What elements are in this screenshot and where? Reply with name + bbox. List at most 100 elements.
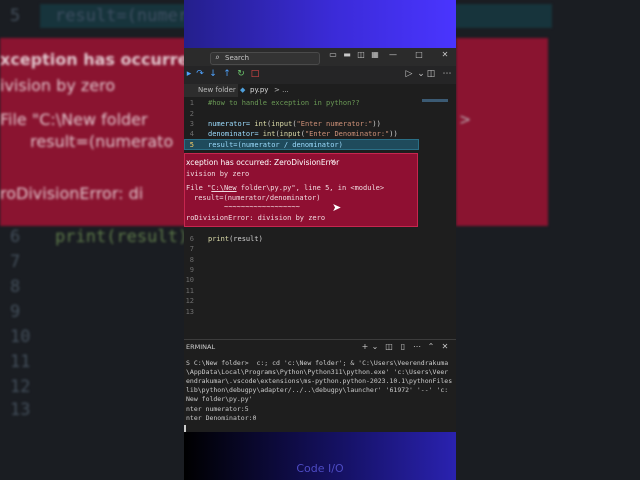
traceback-text: folder\py.py", line 5, in <module> — [236, 184, 385, 192]
tab-py-label: py.py — [250, 86, 269, 94]
code-token: input — [271, 120, 293, 128]
bg-line-number: 9 — [10, 302, 21, 322]
bg-arrow: > — [460, 110, 471, 130]
terminal-line: endrakumar\.vscode\extensions\ms-python.… — [186, 377, 453, 385]
more-icon[interactable]: ⋯ — [412, 342, 422, 351]
code-token: )) — [372, 120, 381, 128]
step-into-icon[interactable]: ↓ — [208, 69, 218, 79]
bg-code-line: result=(numerat — [55, 6, 184, 26]
layout-customize-icon[interactable]: ▦ — [370, 50, 380, 59]
search-box[interactable]: ⌕ Search — [210, 52, 320, 65]
top-gradient — [184, 0, 456, 48]
code-token: (result) — [229, 235, 263, 243]
code-line-result[interactable]: result=(numerator / denominator) — [208, 141, 343, 149]
bg-line-number: 5 — [10, 6, 21, 26]
code-line-denominator[interactable]: denominator= int(input("Enter Denominato… — [208, 130, 398, 138]
continue-icon[interactable]: ▸ — [184, 69, 194, 79]
bg-print-line: print(result) — [55, 227, 184, 247]
layout-split-icon[interactable]: ◫ — [356, 50, 366, 59]
split-terminal-icon[interactable]: ◫ — [384, 342, 394, 351]
search-icon: ⌕ — [215, 53, 220, 62]
terminal-cursor — [184, 425, 186, 432]
code-line-print[interactable]: print(result) — [208, 235, 263, 243]
step-over-icon[interactable]: ↷ — [195, 69, 205, 79]
minimize-button[interactable]: — — [388, 50, 398, 59]
terminal-line: S C:\New folder> c:; cd 'c:\New folder';… — [186, 359, 449, 367]
bg-err-trace: File "C:\New folder — [0, 110, 148, 129]
bg-err-msg: ivision by zero — [0, 76, 116, 95]
terminal-line: nter numerator:5 — [186, 405, 249, 413]
split-editor-icon[interactable]: ◫ — [426, 69, 436, 79]
code-token: print — [208, 235, 230, 243]
bg-line-number: 12 — [10, 377, 31, 397]
traceback-file-link[interactable]: C:\New — [211, 184, 236, 192]
code-token: "Enter numerator:" — [296, 120, 373, 128]
bg-line-number: 10 — [10, 327, 31, 347]
line-number: 12 — [185, 297, 194, 305]
background-left: 5 result=(numerat xception has occurred:… — [0, 0, 184, 480]
breadcrumb: > ... — [274, 86, 289, 94]
bg-err-title: xception has occurred: — [0, 50, 184, 69]
bg-error-box: xception has occurred: ivision by zero F… — [0, 38, 184, 226]
terminal-dropdown-icon[interactable]: ⌄ — [370, 342, 380, 351]
more-actions-icon[interactable]: ⋯ — [442, 69, 452, 79]
code-line-numerator[interactable]: numerator= int(input("Enter numerator:")… — [208, 120, 381, 128]
bg-err-final: roDivisionError: di — [0, 184, 144, 203]
minimap[interactable] — [422, 99, 448, 102]
exception-message: ivision by zero — [186, 170, 250, 178]
terminal-line: New folder\py.py' — [186, 395, 253, 403]
exception-close-button[interactable]: ✕ — [330, 158, 336, 166]
terminal-line: \AppData\Local\Programs\Python\Python311… — [186, 368, 449, 376]
panel-tab-terminal[interactable]: ERMINAL — [186, 343, 215, 351]
close-panel-icon[interactable]: ✕ — [440, 342, 450, 351]
restart-icon[interactable]: ↻ — [236, 69, 246, 79]
code-line-comment[interactable]: #how to handle exception in python?? — [208, 99, 360, 107]
bg-line-number: 8 — [10, 277, 21, 297]
code-token: )) — [389, 130, 398, 138]
bg-err-trace2: result=(numerato — [20, 132, 174, 151]
close-window-button[interactable]: ✕ — [440, 50, 450, 59]
background-right: > — [456, 0, 640, 480]
step-out-icon[interactable]: ↑ — [222, 69, 232, 79]
code-token: denominator= — [208, 130, 263, 138]
brand-watermark: Code I/O — [296, 462, 344, 475]
run-dropdown-icon[interactable]: ⌄ — [416, 69, 426, 79]
terminal-line: lib\python\debugpy\adapter/../..\debugpy… — [186, 386, 449, 394]
bg-line-number: 13 — [10, 400, 31, 420]
search-placeholder: Search — [225, 54, 250, 62]
code-token: int — [254, 120, 268, 128]
code-token: input — [279, 130, 301, 138]
layout-sidebar-icon[interactable]: ▭ — [328, 50, 338, 59]
line-number: 8 — [189, 256, 194, 264]
run-icon[interactable]: ▷ — [404, 69, 414, 79]
bg-line-number: 11 — [10, 352, 31, 372]
layout-panel-icon[interactable]: ▬ — [342, 50, 352, 59]
new-terminal-icon[interactable]: + — [360, 342, 370, 351]
line-number: 9 — [189, 266, 194, 274]
line-number: 13 — [185, 308, 194, 316]
maximize-button[interactable]: □ — [414, 50, 424, 59]
mouse-cursor-icon: ➤ — [332, 201, 342, 214]
traceback-marker: ~~~~~~~~~~~~~~~~~~ — [224, 203, 300, 211]
line-number: 3 — [189, 120, 194, 128]
line-number: 6 — [189, 235, 194, 243]
stop-icon[interactable]: □ — [250, 69, 260, 79]
code-token: int — [262, 130, 276, 138]
code-token: "Enter Denominator:" — [304, 130, 390, 138]
terminal-line: nter Denominator:0 — [186, 414, 257, 422]
line-number: 11 — [185, 287, 194, 295]
maximize-panel-icon[interactable]: ⌃ — [426, 342, 436, 351]
line-number: 10 — [185, 276, 194, 284]
code-token: numerator= — [208, 120, 255, 128]
traceback-line: File "C:\New folder\py.py", line 5, in <… — [186, 184, 384, 192]
exception-title: xception has occurred: ZeroDivisionError — [186, 158, 340, 167]
vscode-window: ⌕ Search ▭ ▬ ◫ ▦ — □ ✕ ▸ ↷ ↓ ↑ ↻ □ ▷ ⌄ ◫… — [184, 0, 456, 480]
exception-final: roDivisionError: division by zero — [186, 214, 326, 222]
line-number: 1 — [189, 99, 194, 107]
traceback-code: result=(numerator/denominator) — [194, 194, 321, 202]
traceback-text: File " — [186, 184, 212, 192]
bg-line-number: 7 — [10, 252, 21, 272]
line-number: 4 — [189, 130, 194, 138]
trash-icon[interactable]: ▯ — [398, 342, 408, 351]
python-file-icon: ◆ — [240, 86, 246, 94]
